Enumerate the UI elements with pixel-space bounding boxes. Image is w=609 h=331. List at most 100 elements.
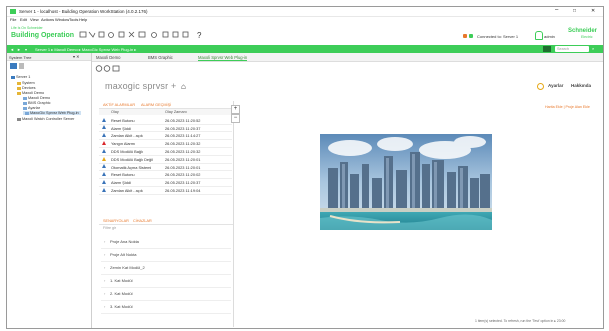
- project-item[interactable]: › Proje Alt Nokta: [101, 249, 231, 262]
- alarm-name: DDS Modülü Bağlı Değil: [111, 156, 153, 162]
- cross-icon: [128, 31, 135, 38]
- hakkinda-link[interactable]: Hakkında: [571, 83, 591, 88]
- tab-bms-graphic[interactable]: BMS Graphic: [148, 55, 173, 60]
- tree-item-server[interactable]: Server 1: [11, 75, 30, 79]
- alarm-name: Alarm Şiddi: [111, 125, 131, 131]
- menu-edit[interactable]: Edit: [20, 17, 27, 22]
- tree-item-devices[interactable]: Devices: [17, 86, 36, 90]
- project-item[interactable]: › 3. Kat Modül: [101, 301, 231, 314]
- home-icon[interactable]: ▾: [25, 47, 27, 52]
- project-item[interactable]: › Zemin Kat Modül_2: [101, 262, 231, 275]
- tab-alarm-history[interactable]: ALARM GEÇMİŞİ: [141, 103, 171, 107]
- user-icon[interactable]: [535, 31, 543, 40]
- warning-icon[interactable]: [463, 34, 467, 38]
- menu-view[interactable]: View: [30, 17, 39, 22]
- lock-icon: [162, 31, 169, 38]
- tree-item-maxoli-demo[interactable]: Maxoli Demo: [17, 91, 44, 95]
- project-label: Proje Alt Nokta: [110, 252, 137, 257]
- tab-web-plugin[interactable]: Maxoli Sprvsr Web Plug-in: [198, 55, 248, 61]
- toolbar-icons[interactable]: ?: [79, 30, 219, 40]
- tree-item-maxoli-demo-sub[interactable]: Maxoli Demo: [23, 96, 50, 100]
- project-item[interactable]: › 2. Kat Modül: [101, 288, 231, 301]
- alarm-time: 26.05.2023 11:20:52: [165, 117, 201, 123]
- menu-file[interactable]: File: [10, 17, 16, 22]
- alarm-name: Yangın Alarmı: [111, 141, 136, 147]
- tree-item-system[interactable]: System: [17, 81, 35, 85]
- tree-item-watch-controller[interactable]: Maxoli Watch Controller Server: [17, 117, 74, 121]
- forward-icon[interactable]: ►: [17, 47, 21, 52]
- status-bar: 1 item(s) selected. To refresh, run the …: [475, 319, 566, 323]
- alarm-time: 26.05.2023 11:20:01: [165, 164, 201, 170]
- alarm-priority-icon: [102, 133, 106, 138]
- brand-title: Building Operation: [11, 32, 74, 39]
- filter-input[interactable]: Filtre gir: [103, 226, 116, 230]
- map-links[interactable]: Harita Ekle | Proje Alan Ekle: [545, 105, 590, 109]
- project-label: 3. Kat Modül: [110, 304, 133, 309]
- server-icon: [11, 75, 15, 79]
- menu-window[interactable]: Window: [55, 17, 69, 22]
- zoom-out-button[interactable]: −: [231, 114, 240, 123]
- search-box[interactable]: Search: [555, 46, 589, 52]
- pin-icon[interactable]: ▾ ✕: [73, 54, 79, 59]
- alarm-time: 26.05.2023 11:20:02: [165, 172, 201, 178]
- tree-toolbar-icon[interactable]: [10, 63, 17, 69]
- alarm-name: Zamlan Alkit - açık: [111, 187, 143, 193]
- alarm-priority-icon: [102, 148, 106, 153]
- project-item[interactable]: › 1. Kat Modül: [101, 275, 231, 288]
- ayarlar-link[interactable]: Ayarlar: [548, 83, 563, 88]
- tree-item-web-plugin[interactable]: MaxoGic Sprvsr Web Plug-in: [23, 111, 81, 115]
- zoom-in-button[interactable]: +: [231, 105, 240, 114]
- alarm-panel: AKTİF ALARMLAR ALARM GEÇMİŞİ Olay Olay Z…: [99, 101, 234, 327]
- search-icon[interactable]: ⌕: [592, 46, 594, 51]
- back-icon[interactable]: ◄: [10, 47, 14, 52]
- tree-item-ayarlar[interactable]: Ayarlar: [23, 106, 40, 110]
- document-tabs: Maxoli Demo BMS Graphic Maxoli Sprvsr We…: [92, 53, 603, 62]
- filter-icon: [98, 31, 105, 38]
- alarm-time: 26.05.2023 11:20:32: [165, 141, 201, 147]
- tab-cihazlar[interactable]: CİHAZLAR: [133, 219, 152, 223]
- alarm-name: Alarm Şiddi: [111, 180, 131, 186]
- content-toolbar[interactable]: [95, 64, 125, 73]
- workstation-window: Server 1 - localhost - Building Operatio…: [6, 6, 604, 329]
- controller-icon: [17, 117, 21, 121]
- bookmark-icon[interactable]: [543, 46, 551, 52]
- chevron-right-icon: ›: [104, 265, 106, 270]
- menu-tools[interactable]: Tools: [69, 17, 78, 22]
- project-label: Proje Ana Nokta: [110, 239, 139, 244]
- home-page-icon[interactable]: ⌂: [181, 82, 186, 91]
- alarm-name: Zamlan Alkit - açık: [111, 133, 143, 139]
- navigation-bar: ◄ ► ▾ Server 1 ▸ Maxoli Demo ▸ MaxoGic S…: [7, 45, 603, 53]
- binding-icon: [138, 31, 146, 38]
- tab-senaryolar[interactable]: SENARYOLAR: [103, 219, 129, 223]
- list-icon: [182, 31, 189, 38]
- project-label: Zemin Kat Modül_2: [110, 265, 145, 270]
- menu-bar: File Edit View Actions Window Tools Help: [7, 17, 603, 23]
- search-input[interactable]: Search: [557, 47, 569, 51]
- menu-help[interactable]: Help: [79, 17, 87, 22]
- alarm-name: Reset Butonu: [111, 172, 135, 178]
- alarm-row[interactable]: Zamlan Alkit - açık 26.05.2023 11:19:04: [99, 186, 232, 195]
- project-item[interactable]: › Proje Ana Nokta: [101, 236, 231, 249]
- alarm-time: 26.05.2023 11:19:04: [165, 187, 201, 193]
- menu-actions[interactable]: Actions: [41, 17, 54, 22]
- tab-maxoli-demo[interactable]: Maxoli Demo: [96, 55, 120, 60]
- schneider-logo: Schneider: [568, 28, 598, 34]
- close-button[interactable]: ✕: [591, 8, 595, 14]
- project-label: 1. Kat Modül: [110, 278, 133, 283]
- user-name[interactable]: admin: [544, 34, 555, 39]
- layout-icon: [79, 31, 87, 38]
- maximize-button[interactable]: □: [573, 8, 576, 14]
- minimize-button[interactable]: –: [555, 7, 558, 13]
- grid-icon: [118, 31, 125, 38]
- tab-active-alarms[interactable]: AKTİF ALARMLAR: [103, 103, 135, 107]
- tree-item-bms-graphic[interactable]: BMS Graphic: [23, 101, 51, 105]
- breadcrumb[interactable]: Server 1 ▸ Maxoli Demo ▸ MaxoGic Sprvsr …: [35, 47, 136, 52]
- title-bar: Server 1 - localhost - Building Operatio…: [7, 7, 603, 17]
- clock-icon: [151, 32, 157, 38]
- city-map-image[interactable]: [320, 134, 492, 230]
- chevron-right-icon: ›: [104, 239, 106, 244]
- graphic-icon: [23, 101, 27, 105]
- tree-filter-icon[interactable]: [19, 63, 24, 69]
- chevron-right-icon: ›: [104, 278, 106, 283]
- brand-small: Life Is On Schneider: [11, 26, 43, 30]
